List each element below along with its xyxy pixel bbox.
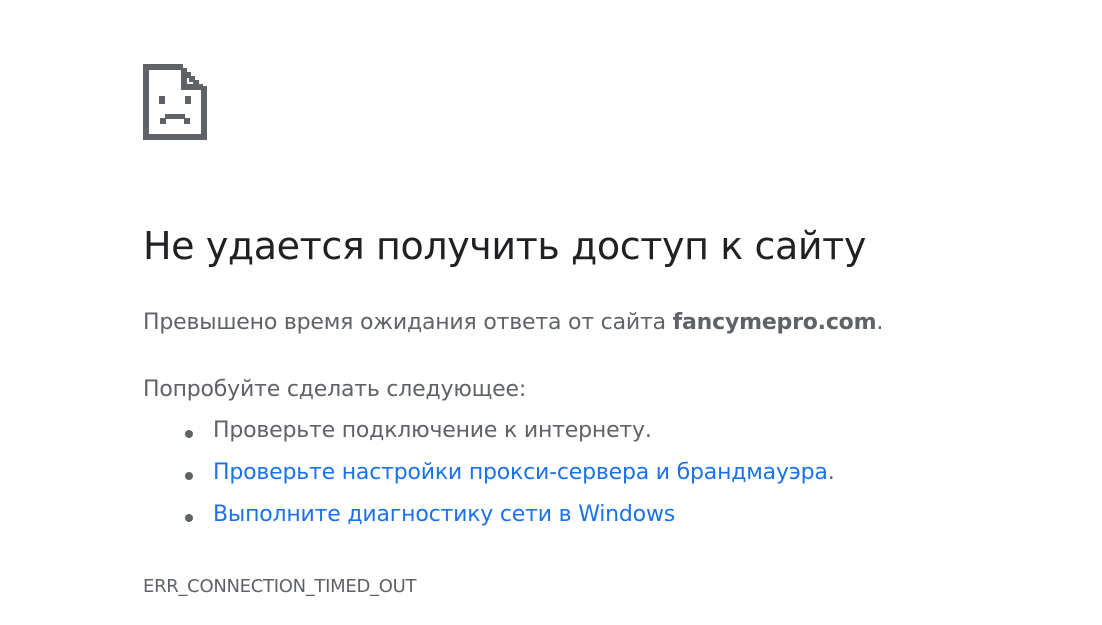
error-summary: Превышено время ожидания ответа от сайта… — [143, 310, 883, 335]
bullet-icon — [185, 430, 193, 438]
summary-suffix: . — [876, 310, 884, 335]
check-proxy-firewall-link[interactable]: Проверьте настройки прокси-сервера и бра… — [213, 460, 828, 485]
suggestions-title: Попробуйте сделать следующее: — [143, 377, 527, 402]
list-item: Выполните диагностику сети в Windows — [185, 502, 835, 544]
page-title: Не удается получить доступ к сайту — [143, 224, 866, 268]
error-code: ERR_CONNECTION_TIMED_OUT — [143, 576, 417, 597]
bullet-icon — [185, 514, 193, 522]
list-item: Проверьте подключение к интернету. — [185, 418, 835, 460]
host-name: fancymepro.com — [672, 310, 877, 335]
suggestion-suffix: . — [827, 460, 835, 485]
error-page: Не удается получить доступ к сайту Превы… — [0, 0, 1102, 625]
suggestions-list: Проверьте подключение к интернету. Прове… — [185, 418, 835, 544]
summary-text: Превышено время ожидания ответа от сайта — [143, 310, 673, 335]
run-network-diagnostics-link[interactable]: Выполните диагностику сети в Windows — [213, 502, 675, 527]
bullet-icon — [185, 472, 193, 480]
suggestion-check-connection: Проверьте подключение к интернету. — [213, 418, 652, 443]
list-item: Проверьте настройки прокси-сервера и бра… — [185, 460, 835, 502]
sad-page-icon — [143, 64, 207, 140]
